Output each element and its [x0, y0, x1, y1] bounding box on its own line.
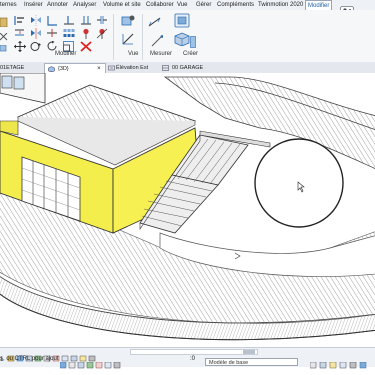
menu-item-volume-et-site[interactable]: Volume et site	[103, 0, 141, 10]
tab-label: 01ETAGE	[0, 65, 25, 71]
window	[1, 75, 13, 89]
3d-model-drawing	[0, 73, 375, 341]
menu-item-analyser[interactable]: Analyser	[73, 0, 96, 10]
menu-item-vue[interactable]: Vue	[177, 0, 187, 10]
status-icons[interactable]	[59, 357, 130, 375]
3d-viewport[interactable]	[0, 73, 375, 347]
menu-item-collaborer[interactable]: Collaborer	[146, 0, 174, 10]
menu-item-ternes[interactable]: ternes	[0, 0, 17, 10]
dimension-icon[interactable]	[151, 34, 164, 52]
menu-item-inserer[interactable]: Insérer	[24, 0, 43, 10]
unpin-icon[interactable]	[96, 26, 108, 44]
copy-icon[interactable]	[30, 39, 42, 57]
ribbon-separator	[142, 14, 143, 60]
ribbon-group-label-creer: Créer	[183, 51, 199, 57]
create-parts-icon[interactable]	[174, 32, 190, 51]
model-select[interactable]: Modèle de base	[205, 358, 298, 366]
ribbon-group-label-modifier: Modifier	[55, 51, 77, 57]
window	[13, 76, 25, 90]
tab-elevation-est[interactable]: Élévation Est	[106, 63, 166, 73]
scrollbar-thumb[interactable]	[243, 350, 255, 354]
menu-item-gerer[interactable]: Gérer	[196, 0, 211, 10]
create-assembly-icon[interactable]	[174, 13, 190, 33]
status-bar: 1 s, ou CTRL pour ajout :0 Modèle de bas	[0, 347, 375, 369]
status-right-icons[interactable]	[309, 357, 370, 375]
ribbon: Modifier Vue Mesurer Créer	[0, 10, 375, 63]
status-hint-text: s, ou CTRL pour ajout	[0, 356, 59, 362]
join-icon[interactable]	[0, 40, 8, 58]
move-icon[interactable]	[14, 39, 26, 57]
hide-element-icon[interactable]	[121, 14, 135, 32]
menu-item-annoter[interactable]: Annoter	[47, 0, 68, 10]
measure-icon[interactable]	[148, 15, 162, 33]
menu-item-twinmotion[interactable]: Twinmotion 2020	[258, 0, 303, 10]
tab-label: 00 GARAGE	[172, 65, 204, 71]
delete-icon[interactable]	[80, 39, 92, 57]
ribbon-separator	[113, 14, 114, 60]
zoom-value: :0	[190, 356, 196, 362]
horizontal-scrollbar[interactable]	[130, 349, 258, 355]
override-graphics-icon[interactable]	[122, 32, 134, 50]
menu-item-complements[interactable]: Compléments	[217, 0, 254, 10]
ribbon-group-label-vue: Vue	[128, 51, 139, 57]
tab-label: Élévation Est	[116, 65, 149, 71]
ribbon-group-label-mesurer: Mesurer	[150, 51, 173, 57]
tab-00-garage[interactable]: 00 GARAGE	[160, 63, 220, 73]
tab-01etage[interactable]: 01ETAGE	[0, 63, 44, 73]
